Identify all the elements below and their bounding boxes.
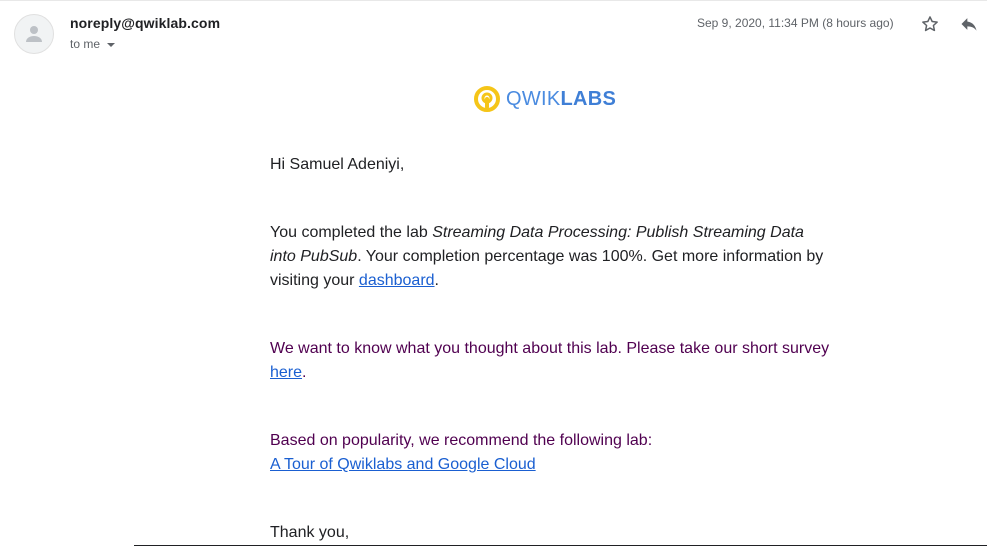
qwiklabs-logo[interactable]: QWIKLABS — [474, 86, 616, 112]
reply-button[interactable] — [958, 13, 980, 35]
star-button[interactable] — [919, 13, 941, 35]
recommendation-paragraph: Based on popularity, we recommend the fo… — [270, 429, 830, 477]
sender-address[interactable]: noreply@qwiklab.com — [70, 15, 220, 31]
person-icon — [26, 26, 42, 42]
recommendation-text: Based on popularity, we recommend the fo… — [270, 432, 653, 449]
survey-paragraph: We want to know what you thought about t… — [270, 337, 830, 385]
logo-wordmark-light: QWIK — [506, 88, 561, 110]
recipient-details-toggle[interactable]: to me — [70, 37, 116, 51]
completion-prefix: You completed the lab — [270, 224, 433, 241]
qwiklabs-logo-icon — [474, 86, 500, 112]
logo-wordmark-bold: LABS — [560, 88, 617, 110]
email-timestamp: Sep 9, 2020, 11:34 PM (8 hours ago) — [697, 16, 894, 30]
closing-text: Thank you, — [270, 524, 350, 541]
star-outline-icon — [922, 16, 938, 32]
sender-avatar[interactable] — [14, 14, 54, 54]
survey-end: . — [302, 364, 307, 381]
email-view: noreply@qwiklab.com to me Sep 9, 2020, 1… — [0, 0, 987, 546]
greeting: Hi Samuel Adeniyi, — [270, 156, 405, 173]
chevron-down-icon — [107, 42, 116, 47]
dashboard-link[interactable]: dashboard — [359, 272, 435, 289]
logo-wordmark: QWIKLABS — [506, 89, 616, 109]
completion-paragraph: You completed the lab Streaming Data Pro… — [270, 221, 830, 293]
survey-link[interactable]: here — [270, 364, 302, 381]
recommended-lab-link[interactable]: A Tour of Qwiklabs and Google Cloud — [270, 456, 536, 473]
survey-prefix: We want to know what you thought about t… — [270, 340, 830, 357]
top-divider — [0, 0, 987, 1]
recipient-label: to me — [70, 37, 101, 51]
reply-icon — [961, 18, 977, 31]
completion-end: . — [434, 272, 439, 289]
